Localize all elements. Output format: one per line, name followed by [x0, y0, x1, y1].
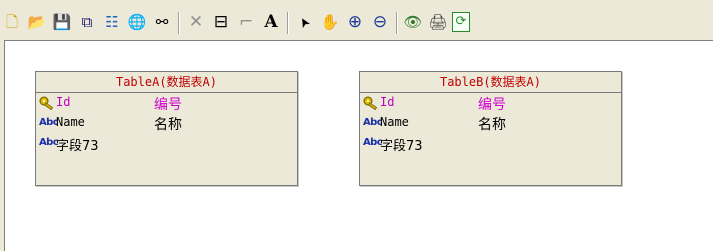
new-document-glyph: 🗋 — [5, 13, 19, 31]
field-title: 名称 — [478, 117, 506, 133]
table-title: TableA(数据表A) — [36, 72, 297, 93]
field-title: 编号 — [478, 97, 506, 113]
hand-pan-glyph: ✋ — [320, 13, 340, 31]
save-disk-glyph: 💾 — [52, 13, 72, 31]
primary-key-icon — [363, 96, 378, 111]
field-title: 编号 — [154, 97, 182, 113]
hierarchy-tree-icon[interactable]: ☷ — [102, 12, 122, 32]
field-name: Id — [56, 95, 71, 109]
connector-line-glyph: ⌐ — [238, 12, 254, 32]
select-pointer-glyph: ➤ — [295, 13, 314, 31]
print-document-glyph: 🖨 — [428, 13, 448, 31]
open-folder-glyph: 📂 — [27, 13, 47, 31]
binoculars-glyph: ⚯ — [155, 13, 169, 31]
field-row[interactable]: Id 编号 — [360, 94, 621, 113]
field-row[interactable]: Abc Name 名称 — [36, 114, 297, 133]
eye-view-glyph: 👁 — [403, 13, 423, 31]
save-disk-icon[interactable]: 💾 — [52, 12, 72, 32]
new-document-icon[interactable]: 🗋 — [2, 12, 22, 32]
globe-glyph: 🌐 — [127, 13, 147, 31]
field-row[interactable]: Id 编号 — [36, 94, 297, 113]
field-row[interactable]: Abc Name 名称 — [360, 114, 621, 133]
globe-icon[interactable]: 🌐 — [127, 12, 147, 32]
delete-x-glyph: ✕ — [188, 12, 204, 32]
zoom-out-glyph: ⊖ — [372, 12, 388, 32]
refresh-icon[interactable]: ⟳ — [452, 12, 470, 32]
field-name: 字段73 — [380, 139, 423, 154]
zoom-in-icon[interactable]: ⊕ — [345, 12, 365, 32]
primary-key-icon — [39, 96, 54, 111]
connector-line-icon[interactable]: ⌐ — [236, 12, 256, 32]
field-name: 字段73 — [56, 139, 99, 154]
field-row[interactable]: Abc 字段73 — [360, 134, 621, 154]
refresh-glyph: ⟳ — [455, 14, 467, 29]
field-name: Name — [56, 115, 85, 129]
toolbar: 🗋 📂 💾 ⧉ ☷ 🌐 ⚯ ✕ ⊟ ⌐ A ➤ ✋ ⊕ ⊖ 👁 🖨 ⟳ — [0, 0, 713, 40]
eye-view-icon[interactable]: 👁 — [403, 12, 423, 32]
zoom-out-icon[interactable]: ⊖ — [370, 12, 390, 32]
table-box-b[interactable]: TableB(数据表A) Id 编号 Abc Name 名称 Abc 字段73 — [359, 71, 622, 186]
field-name: Id — [380, 95, 395, 109]
print-document-icon[interactable]: 🖨 — [428, 12, 448, 32]
field-name: Name — [380, 115, 409, 129]
zoom-in-glyph: ⊕ — [347, 12, 363, 32]
table-box-icon[interactable]: ⊟ — [211, 12, 231, 32]
delete-x-icon[interactable]: ✕ — [186, 12, 206, 32]
toolbar-separator — [178, 12, 179, 34]
field-row[interactable]: Abc 字段73 — [36, 134, 297, 154]
copy-pages-glyph: ⧉ — [81, 13, 93, 31]
text-a-glyph: A — [264, 12, 278, 32]
table-box-glyph: ⊟ — [213, 12, 229, 32]
open-folder-icon[interactable]: 📂 — [27, 12, 47, 32]
table-title: TableB(数据表A) — [360, 72, 621, 93]
toolbar-separator — [287, 12, 288, 34]
table-box-a[interactable]: TableA(数据表A) Id 编号 Abc Name 名称 Abc 字段73 — [35, 71, 298, 186]
binoculars-icon[interactable]: ⚯ — [152, 12, 172, 32]
text-a-icon[interactable]: A — [261, 12, 281, 32]
diagram-canvas[interactable]: TableA(数据表A) Id 编号 Abc Name 名称 Abc 字段73 … — [4, 40, 713, 251]
hierarchy-tree-glyph: ☷ — [105, 13, 119, 31]
field-title: 名称 — [154, 117, 182, 133]
hand-pan-icon[interactable]: ✋ — [320, 12, 340, 32]
select-pointer-icon[interactable]: ➤ — [295, 12, 315, 32]
copy-pages-icon[interactable]: ⧉ — [77, 12, 97, 32]
toolbar-separator — [396, 12, 397, 34]
